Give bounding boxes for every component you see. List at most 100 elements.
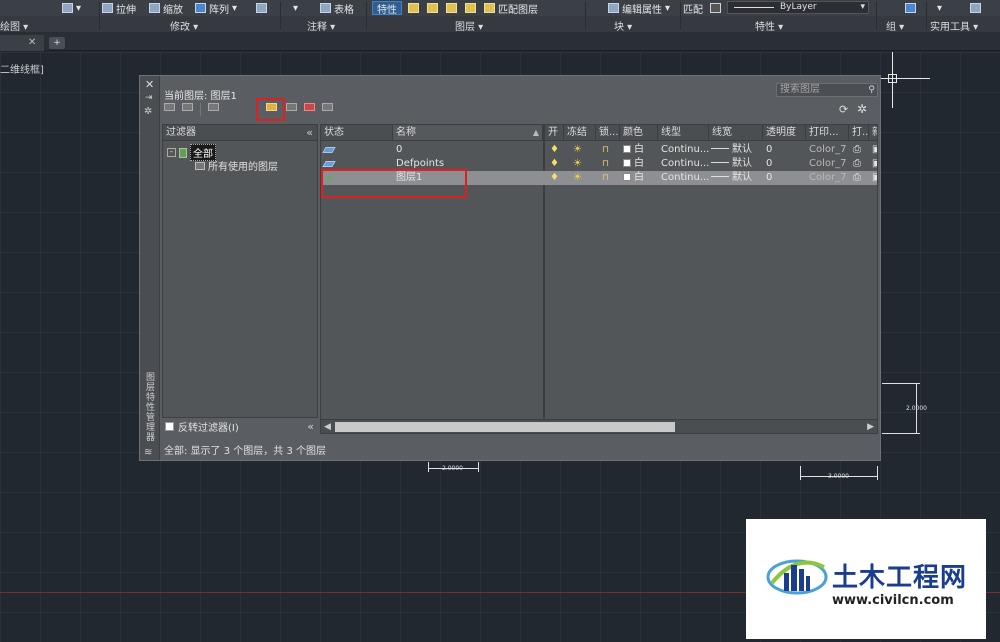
layer-properties-button[interactable]: 特性: [372, 1, 402, 16]
vp-freeze-icon[interactable]: ▣: [872, 171, 877, 185]
text-style-button[interactable]: [256, 1, 267, 15]
cursor-icon: [905, 3, 916, 13]
layer-lineweight[interactable]: 默认: [711, 157, 752, 171]
collapse-icon[interactable]: «: [306, 125, 313, 140]
column-freeze[interactable]: 冻结: [564, 125, 596, 141]
refresh-icon[interactable]: ⟳: [839, 103, 848, 116]
new-group-filter-button[interactable]: [180, 103, 194, 115]
unlock-icon[interactable]: ⊓: [602, 143, 609, 157]
sort-ascending-icon: ▲: [532, 128, 539, 137]
clipboard-button[interactable]: [970, 1, 981, 15]
new-filter-button[interactable]: [162, 103, 176, 115]
printer-icon[interactable]: ⎙: [853, 143, 861, 157]
section-utilities[interactable]: 实用工具 ▾: [930, 18, 978, 33]
clipboard-icon: [970, 3, 981, 13]
layer-linetype[interactable]: Continu...: [661, 143, 709, 157]
layer-name[interactable]: 0: [396, 143, 402, 157]
printer-icon[interactable]: ⎙: [853, 171, 861, 185]
stretch-button[interactable]: 拉伸: [102, 1, 136, 16]
layer-lineweight[interactable]: 默认: [711, 171, 752, 185]
printer-off-icon[interactable]: ⎙: [853, 157, 861, 171]
close-icon[interactable]: ✕: [145, 78, 154, 91]
close-icon[interactable]: ✕: [28, 37, 36, 48]
column-on[interactable]: 开: [545, 125, 564, 141]
vp-freeze-icon[interactable]: ▣: [872, 143, 877, 157]
horizontal-scrollbar[interactable]: ◀ ▶: [321, 419, 877, 433]
document-tab[interactable]: ✕: [0, 35, 44, 51]
column-new-vp-freeze[interactable]: 新: [869, 125, 877, 141]
collapse-icon[interactable]: «: [307, 420, 314, 433]
invert-filter-checkbox[interactable]: [165, 421, 174, 431]
sun-thaw-icon[interactable]: ☀: [573, 171, 582, 185]
layer-plot-style: Color_7: [809, 158, 847, 169]
settings-icon[interactable]: ✲: [857, 102, 867, 116]
ribbon: ▾ 拉伸 缩放 阵列 ▾ ▾ 表格 特性 匹配图层 编辑属性 ▾ 匹配 ByLaye…: [0, 0, 1000, 33]
group-button[interactable]: [905, 1, 916, 15]
layer-tool-2[interactable]: [427, 1, 438, 15]
section-properties[interactable]: 特性 ▾: [755, 18, 783, 33]
section-draw[interactable]: 绘图 ▾: [0, 18, 28, 33]
column-lock[interactable]: 锁...: [596, 125, 620, 141]
linetype-dropdown[interactable]: ByLayer ▾: [727, 1, 869, 14]
column-status[interactable]: 状态: [321, 125, 393, 141]
section-modify[interactable]: 修改 ▾: [170, 18, 198, 33]
new-tab-button[interactable]: +: [49, 37, 65, 49]
scroll-right-icon[interactable]: ▶: [867, 420, 874, 433]
column-plot-style[interactable]: 打印...: [806, 125, 849, 141]
match-properties-button[interactable]: 匹配: [683, 1, 703, 16]
column-plot[interactable]: 打...: [849, 125, 869, 141]
sun-thaw-icon[interactable]: ☀: [573, 143, 582, 157]
viewport-style-label[interactable]: 二维线框]: [0, 61, 44, 76]
set-current-button[interactable]: [320, 103, 334, 115]
palette-title: 图层特性管理器: [144, 372, 154, 442]
tree-node-used-layers[interactable]: 所有使用的图层: [195, 158, 278, 173]
layer-transparency[interactable]: 0: [766, 143, 772, 157]
vp-freeze-icon[interactable]: ▣: [872, 157, 877, 171]
layer-linetype[interactable]: Continu...: [661, 157, 709, 171]
ribbon-modify-dropdown[interactable]: ▾: [62, 1, 81, 15]
palette-settings-icon[interactable]: ✲: [144, 106, 152, 117]
sun-thaw-icon[interactable]: ☀: [573, 157, 582, 171]
column-lineweight[interactable]: 线宽: [709, 125, 763, 141]
utilities-dropdown[interactable]: ▾: [937, 1, 942, 15]
column-transparency[interactable]: 透明度: [763, 125, 806, 141]
lightbulb-on-icon[interactable]: ♦: [550, 143, 559, 157]
layer-states-button[interactable]: [206, 103, 220, 115]
scale-button[interactable]: 缩放: [149, 1, 183, 16]
layer-transparency[interactable]: 0: [766, 171, 772, 185]
section-block[interactable]: 块 ▾: [614, 18, 632, 33]
collapse-tree-icon[interactable]: -: [167, 148, 176, 157]
scrollbar-thumb[interactable]: [335, 422, 675, 432]
layer-color[interactable]: 白: [623, 157, 644, 171]
autohide-icon[interactable]: ⇥: [145, 93, 153, 103]
layer-tool-3[interactable]: [446, 1, 457, 15]
layer-tool-1[interactable]: [408, 1, 419, 15]
layer-lineweight[interactable]: 默认: [711, 143, 752, 157]
layer-linetype[interactable]: Continu...: [661, 171, 709, 185]
delete-layer-button[interactable]: [302, 103, 316, 115]
section-layers[interactable]: 图层 ▾: [455, 18, 483, 33]
array-button[interactable]: 阵列 ▾: [195, 1, 237, 16]
new-layer-vp-frozen-button[interactable]: [284, 103, 298, 115]
lightbulb-on-icon[interactable]: ♦: [550, 157, 559, 171]
layer-color[interactable]: 白: [623, 171, 644, 185]
scroll-left-icon[interactable]: ◀: [324, 420, 331, 433]
column-color[interactable]: 颜色: [620, 125, 658, 141]
layer-tool-4[interactable]: [465, 1, 476, 15]
table-button[interactable]: 表格: [320, 1, 354, 16]
lightbulb-on-icon[interactable]: ♦: [550, 171, 559, 185]
section-annotate[interactable]: 注释 ▾: [307, 18, 335, 33]
edit-attribute-button[interactable]: 编辑属性 ▾: [608, 1, 670, 16]
layer-color[interactable]: 白: [623, 143, 644, 157]
layer-properties-manager: ✕ ⇥ ✲ 图层特性管理器 ≋ 当前图层: 图层1 搜索图层 ⚲ ⟳ ✲ 过滤器 «…: [139, 75, 881, 461]
annotate-dropdown[interactable]: ▾: [293, 1, 298, 15]
column-linetype[interactable]: 线型: [658, 125, 709, 141]
unlock-icon[interactable]: ⊓: [602, 157, 609, 171]
layer-transparency[interactable]: 0: [766, 157, 772, 171]
match-layer-button[interactable]: 匹配图层: [484, 1, 538, 16]
column-name[interactable]: 名称 ▲: [393, 125, 543, 141]
unlock-icon[interactable]: ⊓: [602, 171, 609, 185]
section-group[interactable]: 组 ▾: [886, 18, 904, 33]
search-input[interactable]: 搜索图层 ⚲: [776, 83, 878, 97]
layer-row[interactable]: 0 ♦ ☀ ⊓ 白 Continu... 默认 0 Color_7 ⎙ ▣: [321, 143, 877, 157]
